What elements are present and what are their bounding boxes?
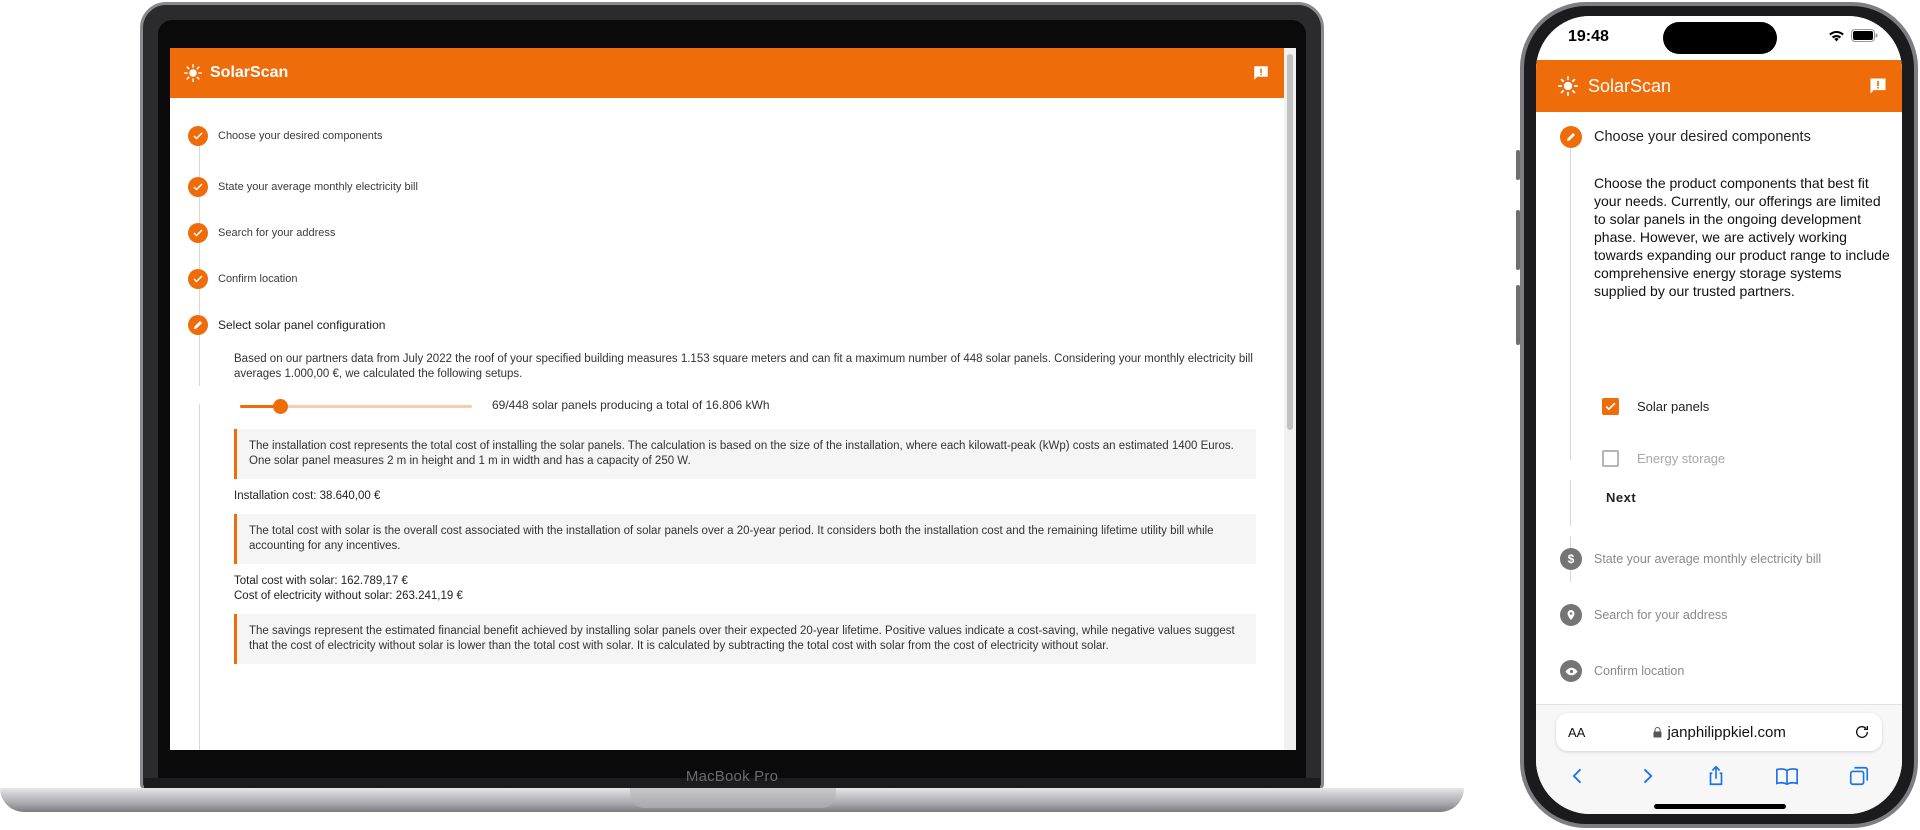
home-indicator: [1654, 804, 1786, 809]
panel-count-slider[interactable]: [240, 398, 472, 414]
intro-text: Based on our partners data from July 202…: [234, 353, 1253, 380]
step-confirm-location[interactable]: Confirm location: [1560, 660, 1684, 682]
step-label: Select solar panel configuration: [218, 318, 386, 332]
app-title: SolarScan: [1588, 75, 1672, 96]
slider-summary: 69/448 solar panels producing a total of…: [492, 398, 770, 412]
option-label: Energy storage: [1637, 451, 1726, 466]
stepper-line: [1570, 480, 1571, 526]
edit-icon: [1560, 126, 1582, 148]
mobile-stepper: Choose your desired components Choose th…: [1536, 112, 1902, 712]
url-text: janphilippkiel.com: [1667, 723, 1786, 741]
step-panel-configuration[interactable]: Select solar panel configuration: [188, 302, 1284, 348]
device-label: MacBook Pro: [685, 768, 779, 785]
stepper-line: [199, 404, 200, 750]
step-confirm-location[interactable]: Confirm location: [188, 256, 1284, 302]
lock-icon: [1653, 726, 1662, 737]
status-time: 19:48: [1568, 28, 1609, 45]
scrollbar-thumb[interactable]: [1287, 54, 1293, 430]
savings-note: The savings represent the estimated fina…: [234, 614, 1256, 664]
slider-thumb[interactable]: [273, 398, 288, 414]
tabs-icon[interactable]: [1848, 765, 1870, 787]
mobile-app-bar: SolarScan: [1536, 60, 1902, 112]
stepper-line: [1570, 148, 1571, 460]
app-bar: SolarScan: [170, 48, 1284, 98]
option-energy-storage: Energy storage: [1602, 450, 1725, 467]
edit-icon: [188, 315, 208, 335]
wifi-icon: [1829, 30, 1844, 41]
step-label: Choose your desired components: [218, 130, 383, 142]
feedback-icon[interactable]: [1252, 64, 1270, 82]
next-button[interactable]: Next: [1606, 490, 1636, 505]
battery-icon: [1851, 29, 1878, 42]
eye-icon: [1560, 660, 1582, 682]
bookmarks-icon[interactable]: [1775, 765, 1799, 787]
safari-bar: AA janphilippkiel.com: [1536, 704, 1902, 814]
total-cost-with-solar: Total cost with solar: 162.789,17 €: [234, 575, 408, 587]
panel-slider-row: 69/448 solar panels producing a total of…: [240, 398, 1256, 414]
checkbox-empty-icon: [1602, 450, 1619, 467]
desktop-app: SolarScan Choose your desired components…: [170, 48, 1284, 750]
sun-icon: [1558, 76, 1578, 96]
checkbox-checked-icon[interactable]: [1602, 398, 1619, 415]
step-components[interactable]: Choose your desired components: [188, 108, 1284, 164]
stepper: Choose your desired components State you…: [170, 98, 1284, 750]
check-icon: [188, 269, 208, 289]
installation-note: The installation cost represents the tot…: [234, 429, 1256, 479]
configuration-panel: Based on our partners data from July 202…: [188, 348, 1284, 664]
step-label: State your average monthly electricity b…: [1594, 552, 1822, 566]
status-icons: [1828, 29, 1878, 42]
step-label: Confirm location: [218, 273, 298, 285]
url-bar[interactable]: AA janphilippkiel.com: [1556, 713, 1882, 751]
step-address[interactable]: Search for your address: [1560, 604, 1727, 626]
dynamic-island: [1663, 22, 1777, 54]
step-label: Search for your address: [218, 227, 336, 239]
check-icon: [188, 126, 208, 146]
installation-cost: Installation cost: 38.640,00 €: [234, 490, 381, 502]
reader-button[interactable]: AA: [1568, 725, 1585, 740]
feedback-icon[interactable]: [1868, 76, 1888, 96]
url-display[interactable]: janphilippkiel.com: [1653, 723, 1786, 741]
option-solar-panels[interactable]: Solar panels: [1602, 398, 1709, 415]
cost-without-solar: Cost of electricity without solar: 263.2…: [234, 590, 463, 602]
sun-icon: [184, 64, 202, 82]
dollar-icon: $: [1560, 548, 1582, 570]
step-address[interactable]: Search for your address: [188, 210, 1284, 256]
option-label: Solar panels: [1637, 399, 1710, 414]
check-icon: [188, 177, 208, 197]
step-label: State your average monthly electricity b…: [218, 181, 418, 193]
forward-icon[interactable]: [1637, 766, 1657, 786]
step-electricity-bill[interactable]: $ State your average monthly electricity…: [1560, 548, 1821, 570]
device-mockup-stage: SolarScan Choose your desired components…: [0, 0, 1920, 830]
cost-summary: Total cost with solar: 162.789,17 € Cost…: [234, 574, 1256, 604]
phone-screen: 19:48 SolarScan Choose your desired comp…: [1536, 16, 1902, 814]
reload-icon[interactable]: [1854, 724, 1870, 740]
step-components[interactable]: Choose your desired components: [1560, 126, 1811, 148]
back-icon[interactable]: [1568, 766, 1588, 786]
step-description: Choose the product components that best …: [1594, 175, 1890, 299]
scrollbar[interactable]: [1284, 48, 1296, 750]
safari-toolbar: [1536, 759, 1902, 793]
step-label: Search for your address: [1594, 608, 1728, 622]
macbook-notch: [630, 788, 836, 808]
location-pin-icon: [1560, 604, 1582, 626]
step-electricity-bill[interactable]: State your average monthly electricity b…: [188, 164, 1284, 210]
check-icon: [188, 223, 208, 243]
step-label: Choose your desired components: [1594, 129, 1811, 145]
app-title: SolarScan: [210, 64, 289, 81]
step-label: Confirm location: [1594, 664, 1685, 678]
total-cost-note: The total cost with solar is the overall…: [234, 514, 1256, 564]
macbook-screen: SolarScan Choose your desired components…: [170, 48, 1296, 750]
share-icon[interactable]: [1705, 765, 1727, 787]
